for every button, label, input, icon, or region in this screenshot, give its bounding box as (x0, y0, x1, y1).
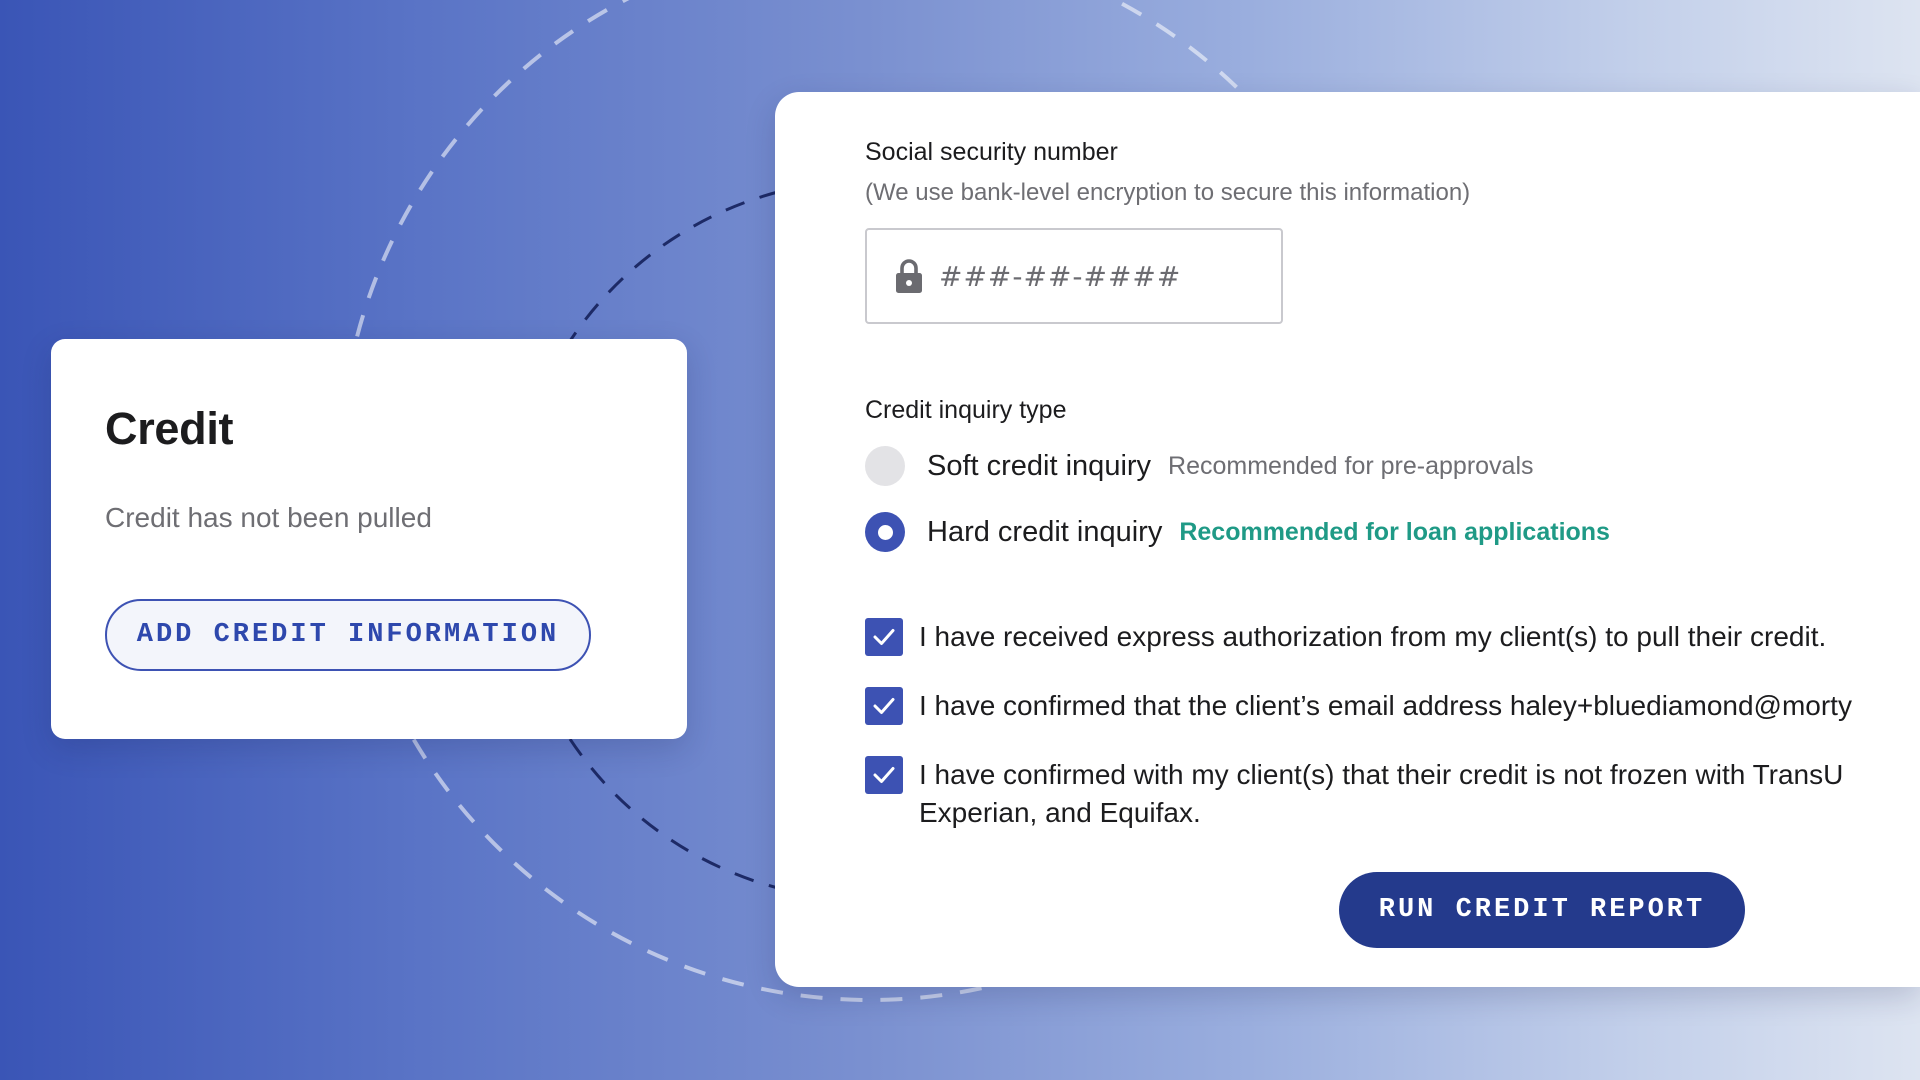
hard-credit-inquiry-hint: Recommended for loan applications (1179, 517, 1610, 546)
authorization-text: I have received express authorization fr… (919, 621, 1827, 652)
credit-card-title: Credit (105, 403, 234, 454)
checkmark-icon (873, 629, 895, 645)
soft-credit-inquiry-option[interactable]: Soft credit inquiry Recommended for pre-… (865, 446, 1534, 486)
checkmark-icon (873, 767, 895, 783)
ssn-label: Social security number (865, 138, 1118, 166)
credit-summary-card: Credit Credit has not been pulled ADD CR… (51, 339, 687, 739)
authorization-confirmation[interactable]: I have received express authorization fr… (865, 618, 1879, 656)
ssn-input[interactable] (939, 259, 1259, 293)
add-credit-information-button[interactable]: ADD CREDIT INFORMATION (105, 599, 591, 671)
checkmark-icon (873, 698, 895, 714)
hard-credit-inquiry-option[interactable]: Hard credit inquiry Recommended for loan… (865, 512, 1610, 552)
soft-credit-inquiry-radio[interactable] (865, 446, 905, 486)
email-confirmation-text: I have confirmed that the client’s email… (919, 690, 1852, 721)
credit-inquiry-type-label: Credit inquiry type (865, 396, 1067, 424)
soft-credit-inquiry-hint: Recommended for pre-approvals (1168, 451, 1534, 480)
hard-credit-inquiry-radio[interactable] (865, 512, 905, 552)
credit-freeze-checkbox[interactable] (865, 756, 903, 794)
credit-status-text: Credit has not been pulled (105, 502, 432, 533)
email-checkbox[interactable] (865, 687, 903, 725)
lock-icon (895, 258, 923, 294)
ssn-field[interactable] (865, 228, 1283, 324)
email-confirmation[interactable]: I have confirmed that the client’s email… (865, 687, 1879, 725)
authorization-checkbox[interactable] (865, 618, 903, 656)
ssn-help-text: (We use bank-level encryption to secure … (865, 179, 1471, 206)
run-credit-report-button[interactable]: RUN CREDIT REPORT (1339, 872, 1745, 948)
credit-freeze-confirmation[interactable]: I have confirmed with my client(s) that … (865, 756, 1879, 832)
soft-credit-inquiry-label: Soft credit inquiry (927, 449, 1152, 482)
credit-report-form-card: Social security number (We use bank-leve… (775, 92, 1920, 987)
credit-freeze-text: I have confirmed with my client(s) that … (919, 759, 1844, 828)
hard-credit-inquiry-label: Hard credit inquiry (927, 515, 1163, 548)
